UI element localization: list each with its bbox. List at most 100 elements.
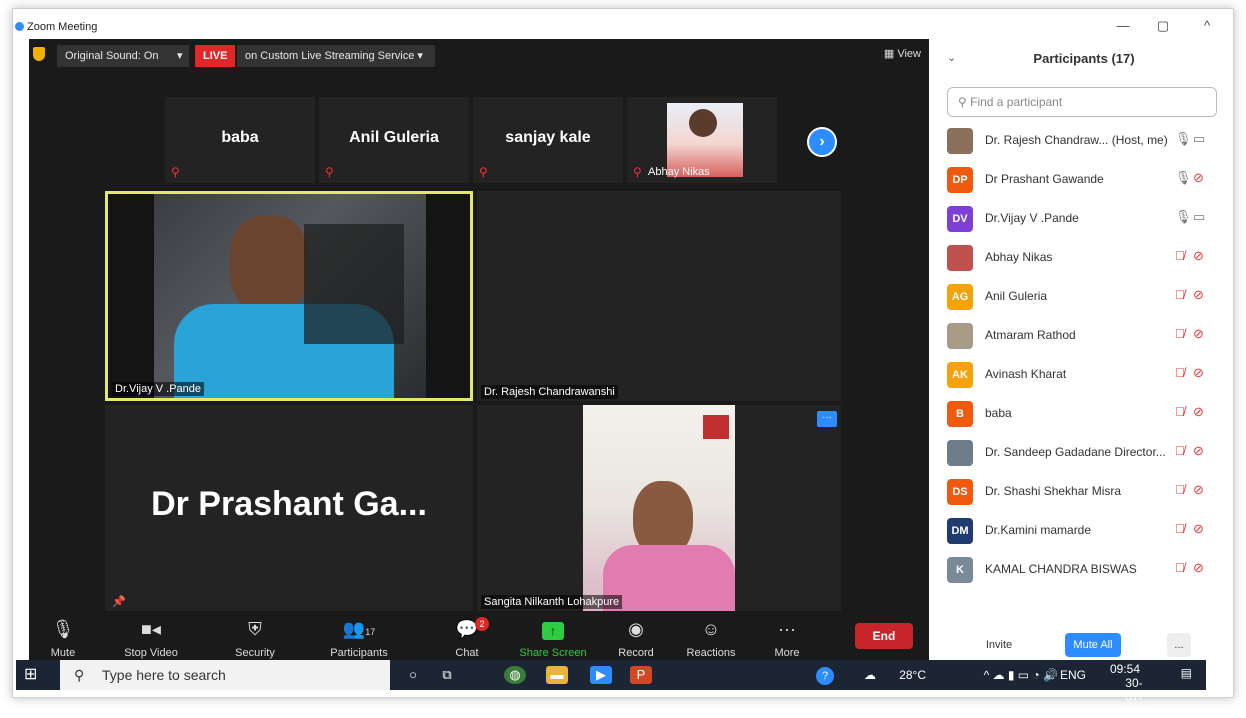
shield-icon: ⛨	[248, 619, 262, 639]
notification-icon[interactable]: ▤	[1181, 666, 1192, 680]
streaming-service-dropdown[interactable]: on Custom Live Streaming Service ▾	[237, 45, 435, 67]
temperature-text: 28°C	[899, 668, 926, 682]
taskbar-search-text: Type here to search	[102, 667, 226, 683]
video-tile-active-speaker[interactable]: Dr.Vijay V .Pande	[105, 191, 473, 401]
mute-button[interactable]: 🎙 Mute	[23, 617, 103, 659]
share-screen-label: Share Screen	[519, 647, 587, 659]
file-explorer-icon[interactable]: ▬	[546, 666, 568, 684]
taskbar-search-box[interactable]: ⚲ Type here to search	[60, 660, 390, 690]
record-label: Record	[618, 647, 654, 659]
participant-row[interactable]: DP Dr Prashant Gawande 🎙 ⊘	[933, 160, 1233, 199]
sound-dropdown-icon[interactable]: ▾	[173, 45, 189, 67]
search-icon: ⚲	[74, 667, 85, 683]
participant-row[interactable]: AK Avinash Kharat 🎙̸ ⊘	[933, 355, 1233, 394]
meeting-area: Original Sound: On ▾ LIVE on Custom Live…	[29, 39, 929, 669]
stop-video-label: Stop Video	[124, 647, 178, 659]
restore-button[interactable]: ▢	[1153, 18, 1173, 34]
weather-cloud-icon[interactable]: ☁	[864, 668, 876, 682]
panel-more-button[interactable]: ...	[1167, 633, 1191, 657]
chat-button[interactable]: 💬 2 Chat	[427, 617, 507, 659]
chrome-icon[interactable]: ◍	[504, 666, 526, 684]
language-indicator[interactable]: ENG	[1060, 668, 1086, 682]
task-view-icon[interactable]: ⧉	[436, 666, 458, 684]
video-off-icon: ⊘	[1193, 287, 1204, 302]
security-button[interactable]: ⛨ Security	[215, 617, 295, 659]
participants-button[interactable]: 👥17 Participants	[319, 617, 399, 659]
participant-row[interactable]: Dr. Sandeep Gadadane Director... 🎙̸ ⊘	[933, 433, 1233, 472]
participant-row[interactable]: Abhay Nikas 🎙̸ ⊘	[933, 238, 1233, 277]
thumbnail-tile-video[interactable]: ⚲ Abhay Nikas	[627, 97, 777, 183]
participant-row[interactable]: Atmaram Rathod 🎙̸ ⊘	[933, 316, 1233, 355]
participant-row[interactable]: AG Anil Guleria 🎙̸ ⊘	[933, 277, 1233, 316]
cortana-icon[interactable]: ○	[402, 666, 424, 684]
help-icon[interactable]: ?	[816, 667, 834, 685]
participants-icon: 👥17	[342, 619, 376, 639]
video-off-icon: ⊘	[1193, 326, 1204, 341]
participant-name: Dr. Sandeep Gadadane Director...	[985, 445, 1166, 459]
participant-name: sanjay kale	[505, 129, 591, 146]
video-tile[interactable]: Dr Prashant Ga... 📌	[105, 405, 473, 611]
end-meeting-button[interactable]: End	[855, 623, 913, 649]
avatar: AK	[947, 362, 973, 388]
participant-list: Dr. Rajesh Chandraw... (Host, me) 🎙 ▭ DP Dr …	[933, 121, 1233, 601]
participants-count: 17	[365, 627, 376, 637]
muted-mic-icon: 🎙̸	[1175, 287, 1185, 302]
pin-icon: 📌	[112, 596, 126, 608]
mute-all-button[interactable]: Mute All	[1065, 633, 1121, 657]
collapse-button[interactable]: ^	[1197, 18, 1217, 33]
zoom-window: Zoom Meeting — ▢ ^ Original Sound: On ▾ …	[12, 8, 1234, 698]
invite-button[interactable]: Invite	[977, 633, 1021, 657]
record-button[interactable]: ◉ Record	[596, 617, 676, 659]
participant-name: Dr.Vijay V .Pande	[985, 211, 1079, 225]
participants-panel: ⌄ Participants (17) ⚲ Find a participant…	[933, 39, 1233, 667]
video-camera-icon: ▭	[1193, 209, 1206, 224]
clock-date: 30-07-2021	[1125, 676, 1152, 718]
muted-mic-icon: 🎙̸	[1175, 521, 1185, 536]
share-screen-button[interactable]: ↑ Share Screen	[511, 617, 595, 659]
video-off-icon: ⊘	[1193, 248, 1204, 263]
next-page-button[interactable]: ›	[807, 127, 837, 157]
participant-row[interactable]: DS Dr. Shashi Shekhar Misra 🎙̸ ⊘	[933, 472, 1233, 511]
participant-row[interactable]: K KAMAL CHANDRA BISWAS 🎙̸ ⊘	[933, 550, 1233, 589]
muted-mic-icon: 🎙̸	[1175, 326, 1185, 341]
muted-mic-icon: ⚲	[171, 165, 180, 179]
powerpoint-icon[interactable]: P	[630, 666, 652, 684]
thumbnail-tile[interactable]: baba ⚲	[165, 97, 315, 183]
muted-mic-icon: ⚲	[479, 165, 488, 179]
panel-title: Participants (17)	[1033, 51, 1135, 66]
more-label: More	[774, 647, 800, 659]
participant-row[interactable]: Dr. Rajesh Chandraw... (Host, me) 🎙 ▭	[933, 121, 1233, 160]
tile-options-button[interactable]: ···	[817, 411, 837, 427]
participant-search-input[interactable]: ⚲ Find a participant	[947, 87, 1217, 117]
muted-mic-icon: 🎙̸	[1175, 365, 1185, 380]
participant-name: Dr.Kamini mamarde	[985, 523, 1092, 537]
search-icon: ⚲	[958, 95, 971, 109]
microphone-icon: 🎙	[1175, 209, 1192, 224]
zoom-taskbar-icon[interactable]: ▶	[590, 666, 612, 684]
stop-video-button[interactable]: ■◂ Stop Video	[111, 617, 191, 659]
thumbnail-tile[interactable]: Anil Guleria ⚲	[319, 97, 469, 183]
participant-row[interactable]: DM Dr.Kamini mamarde 🎙̸ ⊘	[933, 511, 1233, 550]
view-button[interactable]: ▦ View	[884, 47, 921, 60]
thumbnail-tile[interactable]: sanjay kale ⚲	[473, 97, 623, 183]
participant-name: Dr. Rajesh Chandrawanshi	[481, 385, 618, 399]
more-button[interactable]: ··· More	[747, 617, 827, 659]
original-sound-toggle[interactable]: Original Sound: On	[57, 45, 173, 67]
windows-start-icon[interactable]: ⊞	[24, 666, 42, 684]
security-shield-icon[interactable]	[33, 47, 45, 61]
participant-name: baba	[985, 406, 1012, 420]
live-badge[interactable]: LIVE	[195, 45, 236, 67]
participant-row[interactable]: DV Dr.Vijay V .Pande 🎙 ▭	[933, 199, 1233, 238]
participant-video-sangita	[583, 405, 735, 611]
minimize-button[interactable]: —	[1113, 18, 1133, 33]
participant-name: KAMAL CHANDRA BISWAS	[985, 562, 1137, 576]
muted-mic-icon: 🎙̸	[1175, 404, 1185, 419]
video-tile[interactable]: Dr. Rajesh Chandrawanshi	[477, 191, 841, 401]
chat-label: Chat	[455, 647, 479, 659]
participant-row[interactable]: Bbaba 🎙̸ ⊘	[933, 394, 1233, 433]
video-tile[interactable]: ··· Sangita Nilkanth Lohakpure	[477, 405, 841, 611]
participants-label: Participants	[330, 647, 388, 659]
reactions-button[interactable]: ☺ Reactions	[671, 617, 751, 659]
tray-icons[interactable]: ^ ☁ ▮ ▭ ◔ 🔊	[984, 668, 1058, 682]
smiley-icon: ☺	[701, 619, 721, 639]
